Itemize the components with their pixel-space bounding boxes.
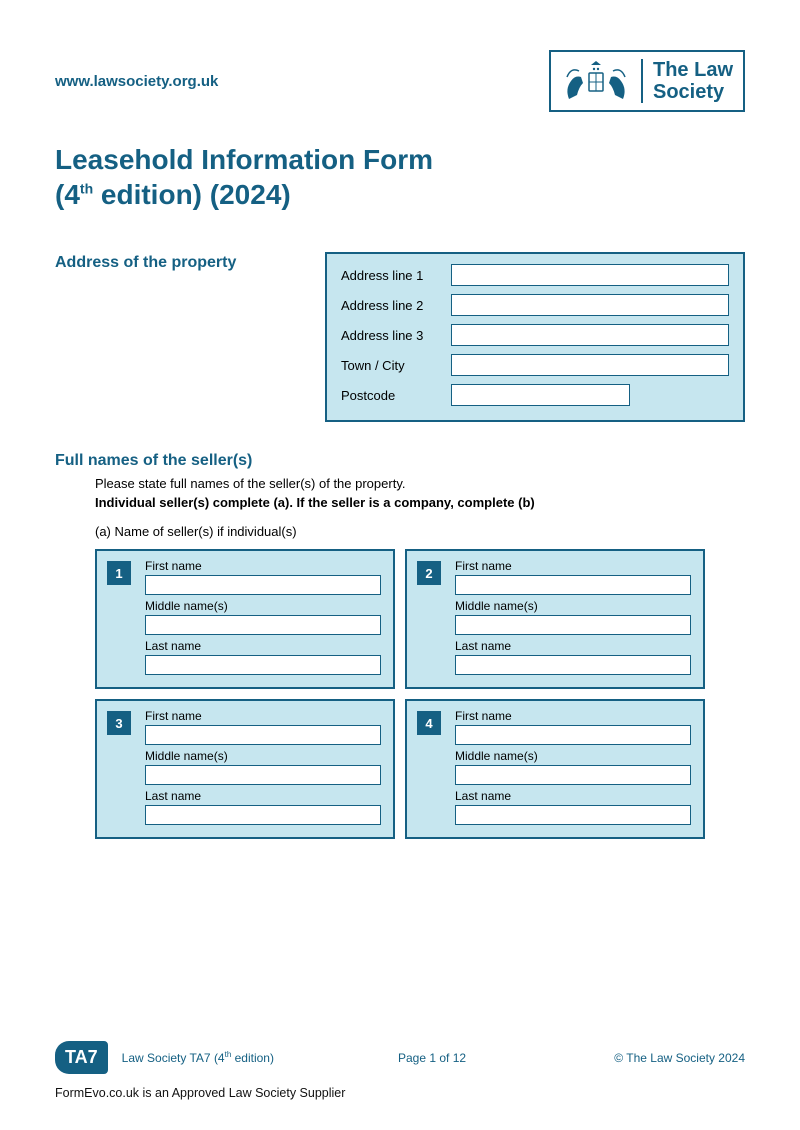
address-line1-label: Address line 1 xyxy=(341,268,441,283)
last-name-label: Last name xyxy=(455,639,691,653)
sellers-section: Full names of the seller(s) Please state… xyxy=(55,452,745,839)
page-title: Leasehold Information Form (4th edition)… xyxy=(55,142,745,212)
middle-name-label: Middle name(s) xyxy=(145,599,381,613)
seller-badge-1: 1 xyxy=(107,561,131,585)
seller-badge-4: 4 xyxy=(417,711,441,735)
first-name-label: First name xyxy=(145,559,381,573)
middle-name-label: Middle name(s) xyxy=(455,599,691,613)
header: www.lawsociety.org.uk The Law Soci xyxy=(55,50,745,112)
middle-name-label: Middle name(s) xyxy=(145,749,381,763)
law-society-logo: The Law Society xyxy=(549,50,745,112)
town-input[interactable] xyxy=(451,354,729,376)
middle-name-label: Middle name(s) xyxy=(455,749,691,763)
first-name-label: First name xyxy=(455,709,691,723)
copyright: © The Law Society 2024 xyxy=(614,1051,745,1065)
first-name-label: First name xyxy=(145,709,381,723)
seller-box-3: 3 First name Middle name(s) Last name xyxy=(95,699,395,839)
sellers-section-label: Full names of the seller(s) xyxy=(55,452,745,470)
seller1-first-input[interactable] xyxy=(145,575,381,595)
seller2-first-input[interactable] xyxy=(455,575,691,595)
seller-badge-3: 3 xyxy=(107,711,131,735)
address-line3-label: Address line 3 xyxy=(341,328,441,343)
footer: TA7 Law Society TA7 (4th edition) Page 1… xyxy=(55,1041,745,1100)
postcode-input[interactable] xyxy=(451,384,630,406)
seller-box-2: 2 First name Middle name(s) Last name xyxy=(405,549,705,689)
last-name-label: Last name xyxy=(145,789,381,803)
first-name-label: First name xyxy=(455,559,691,573)
website-url[interactable]: www.lawsociety.org.uk xyxy=(55,73,218,90)
seller-badge-2: 2 xyxy=(417,561,441,585)
address-box: Address line 1 Address line 2 Address li… xyxy=(325,252,745,422)
address-line3-input[interactable] xyxy=(451,324,729,346)
last-name-label: Last name xyxy=(145,639,381,653)
seller3-last-input[interactable] xyxy=(145,805,381,825)
postcode-label: Postcode xyxy=(341,388,441,403)
seller4-first-input[interactable] xyxy=(455,725,691,745)
last-name-label: Last name xyxy=(455,789,691,803)
address-line2-label: Address line 2 xyxy=(341,298,441,313)
sellers-instruction-1: Please state full names of the seller(s)… xyxy=(55,476,745,491)
seller3-middle-input[interactable] xyxy=(145,765,381,785)
logo-text: The Law Society xyxy=(653,59,733,103)
seller3-first-input[interactable] xyxy=(145,725,381,745)
sellers-instruction-2: Individual seller(s) complete (a). If th… xyxy=(55,495,745,510)
town-label: Town / City xyxy=(341,358,441,373)
footer-edition: Law Society TA7 (4th edition) xyxy=(122,1050,274,1065)
address-line1-input[interactable] xyxy=(451,264,729,286)
seller2-middle-input[interactable] xyxy=(455,615,691,635)
ta7-badge: TA7 xyxy=(55,1041,108,1074)
supplier-note: FormEvo.co.uk is an Approved Law Society… xyxy=(55,1086,745,1100)
seller-box-1: 1 First name Middle name(s) Last name xyxy=(95,549,395,689)
address-line2-input[interactable] xyxy=(451,294,729,316)
seller1-last-input[interactable] xyxy=(145,655,381,675)
sellers-sub-a: (a) Name of seller(s) if individual(s) xyxy=(55,524,745,539)
seller4-middle-input[interactable] xyxy=(455,765,691,785)
address-section-label: Address of the property xyxy=(55,254,305,272)
page-number: Page 1 of 12 xyxy=(398,1051,466,1065)
seller-box-4: 4 First name Middle name(s) Last name xyxy=(405,699,705,839)
seller4-last-input[interactable] xyxy=(455,805,691,825)
crest-icon xyxy=(561,59,631,103)
seller2-last-input[interactable] xyxy=(455,655,691,675)
address-section: Address of the property Address line 1 A… xyxy=(55,252,745,422)
logo-divider xyxy=(641,59,643,103)
seller1-middle-input[interactable] xyxy=(145,615,381,635)
seller-grid: 1 First name Middle name(s) Last name 2 … xyxy=(55,549,745,839)
